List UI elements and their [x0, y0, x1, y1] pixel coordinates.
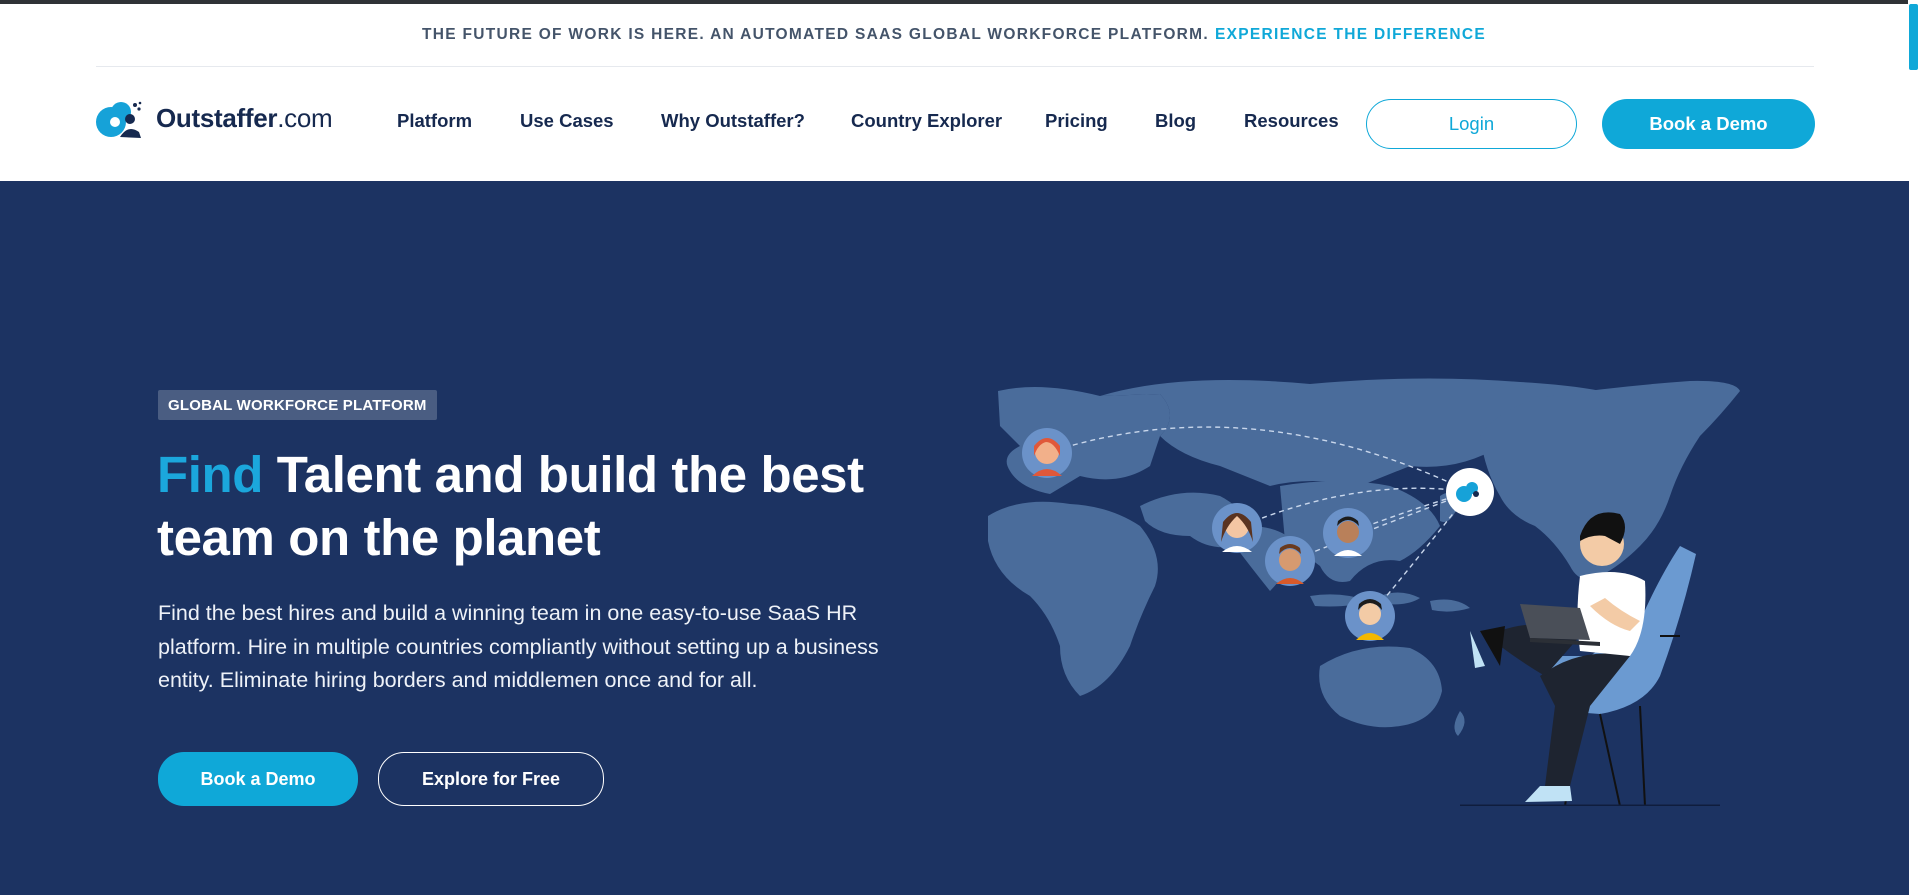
logo[interactable]: Outstaffer.com: [95, 97, 333, 139]
hero-badge: GLOBAL WORKFORCE PLATFORM: [158, 390, 437, 420]
hero-description: Find the best hires and build a winning …: [158, 601, 879, 692]
logo-icon: [96, 101, 142, 138]
nav-resources[interactable]: Resources: [1244, 110, 1339, 132]
hero-illustration: [988, 378, 1740, 806]
login-button[interactable]: Login: [1366, 99, 1577, 149]
person-avatar: [1212, 503, 1262, 553]
announcement-link[interactable]: EXPERIENCE THE DIFFERENCE: [1215, 26, 1486, 44]
person-avatar: [1323, 508, 1373, 558]
book-demo-button-hero[interactable]: Book a Demo: [158, 752, 358, 806]
headline-accent: Find: [157, 446, 264, 503]
scrollbar-thumb[interactable]: [1909, 4, 1918, 70]
nav-use-cases[interactable]: Use Cases: [520, 110, 614, 132]
hero-headline: Find Talent and build the best team on t…: [157, 443, 937, 569]
logo-icon: [1446, 468, 1494, 516]
person-on-chair-illustration: [1460, 512, 1720, 806]
headline-rest: Talent and build the best team on the pl…: [157, 446, 864, 566]
hero-section: GLOBAL WORKFORCE PLATFORM Find Talent an…: [0, 181, 1909, 895]
nav-platform[interactable]: Platform: [397, 110, 472, 132]
announcement-bar: THE FUTURE OF WORK IS HERE. AN AUTOMATED…: [0, 4, 1908, 66]
nav-blog[interactable]: Blog: [1155, 110, 1196, 132]
site-header: Outstaffer.com Platform Use Cases Why Ou…: [0, 67, 1908, 181]
announcement-text: THE FUTURE OF WORK IS HERE. AN AUTOMATED…: [421, 26, 1209, 43]
person-avatar: [1022, 428, 1072, 478]
nav-country-explorer[interactable]: Country Explorer: [851, 110, 1002, 132]
scrollbar[interactable]: [1908, 0, 1918, 895]
logo-name: Outstaffer: [156, 102, 278, 133]
person-avatar: [1265, 536, 1315, 586]
nav-why-outstaffer[interactable]: Why Outstaffer?: [661, 110, 805, 132]
nav-pricing[interactable]: Pricing: [1045, 110, 1108, 132]
logo-domain: .com: [277, 102, 333, 133]
logo-text: Outstaffer.com: [156, 102, 333, 134]
explore-free-button[interactable]: Explore for Free: [378, 752, 604, 806]
person-avatar: [1345, 591, 1395, 641]
book-demo-button-header[interactable]: Book a Demo: [1602, 99, 1815, 149]
